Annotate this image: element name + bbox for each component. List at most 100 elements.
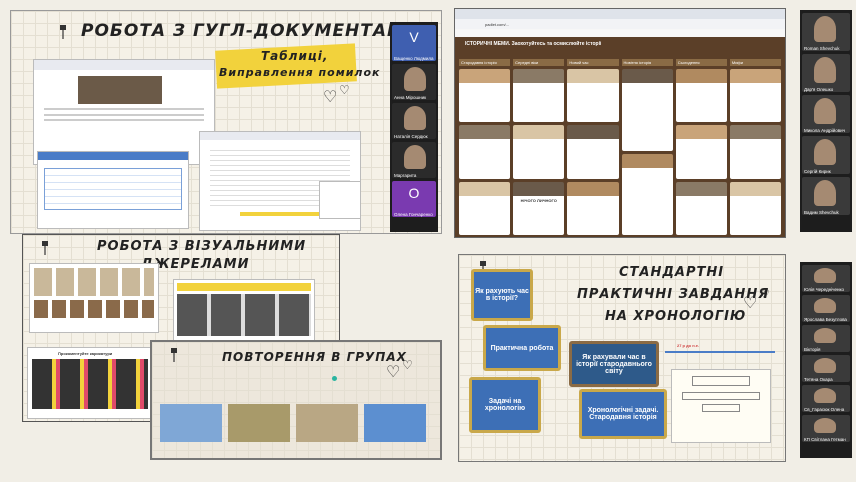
participant-initial: V xyxy=(409,29,419,45)
participant-tile[interactable]: Ярослава Безуглова xyxy=(802,295,850,322)
participant-video xyxy=(404,67,426,91)
participant-tile[interactable]: Наталія Сердюк xyxy=(392,103,436,139)
slide-subtitle-1: Таблиці, xyxy=(261,49,329,63)
chronology-slide: СТАНДАРТНІ ПРАКТИЧНІ ЗАВДАННЯ НА ХРОНОЛО… xyxy=(458,254,786,462)
padlet-column-header[interactable]: Новітня історія xyxy=(621,59,673,66)
comment-box xyxy=(319,181,361,219)
participant-name: Дар'я Олешко xyxy=(804,87,834,92)
padlet-post[interactable] xyxy=(459,125,511,179)
participant-tile[interactable]: Микола Андрійович xyxy=(802,95,850,133)
padlet-post[interactable] xyxy=(621,69,673,151)
participant-name: Маргарита xyxy=(394,173,417,178)
padlet-post[interactable] xyxy=(675,181,727,235)
participant-tile[interactable]: V Ващенко Людмила xyxy=(392,25,436,61)
task-card[interactable]: Хронологічні задачі. Стародавня історія xyxy=(579,389,667,439)
participant-name: Микола Андрійович xyxy=(804,128,845,133)
padlet-post[interactable] xyxy=(675,69,727,123)
map-thumbnail xyxy=(160,404,222,442)
participant-name: Ващенко Людмила xyxy=(394,56,434,61)
participant-video xyxy=(814,57,836,83)
participant-tile[interactable]: Тетяна Окара xyxy=(802,355,850,382)
padlet-column-header[interactable]: Мифи xyxy=(729,59,782,66)
timeline-line xyxy=(665,351,775,353)
participant-video xyxy=(814,418,836,433)
poster-caption: НІЧОГО ЛИЧНОГО xyxy=(520,197,557,203)
padlet-board: ІСТОРИЧНІ МЕМИ. Заохотуйтесь та осмислюй… xyxy=(455,37,785,237)
participant-name: Roman Shevchuk xyxy=(804,46,840,51)
padlet-post[interactable] xyxy=(621,153,673,235)
padlet-post[interactable]: НІЧОГО ЛИЧНОГО xyxy=(513,181,565,235)
padlet-post[interactable] xyxy=(675,125,727,179)
participant-tile[interactable]: Юлія Чередніченко xyxy=(802,265,850,292)
pushpin-icon xyxy=(60,25,66,39)
participant-tile[interactable]: Вадим Shevchuk xyxy=(802,177,850,215)
browser-address-bar[interactable]: padlet.com/... xyxy=(455,19,785,29)
padlet-column: Мифи xyxy=(729,59,782,235)
participant-tile[interactable]: Сергій Кирик xyxy=(802,136,850,174)
participant-tile[interactable]: Анна Мірошник xyxy=(392,64,436,100)
padlet-column: Сьогодення xyxy=(675,59,727,235)
slide-subtitle-2: Виправлення помилок xyxy=(219,66,381,79)
participant-tile[interactable]: Св_Гарасюк Олена xyxy=(802,385,850,412)
slide-title: ПОВТОРЕННЯ В ГРУПАХ xyxy=(222,350,407,364)
slide-title: РОБОТА З ВІЗУАЛЬНИМИ xyxy=(97,239,307,254)
padlet-column-header[interactable]: Новий час xyxy=(567,59,619,66)
participant-name: Тетяна Окара xyxy=(804,377,833,382)
participants-column: Roman Shevchuk Дар'я Олешко Микола Андрійо… xyxy=(800,10,852,232)
participant-tile[interactable]: Вікторія xyxy=(802,325,850,352)
participant-name: КП Світлана Гетман xyxy=(804,437,846,442)
padlet-post[interactable] xyxy=(567,181,619,235)
participant-name: Юлія Чередніченко xyxy=(804,287,845,292)
participant-name: Вадим Shevchuk xyxy=(804,210,839,215)
heart-icon: ♡ xyxy=(386,364,401,381)
task-card[interactable]: Як рахували час в історії стародавнього … xyxy=(569,341,659,387)
task-card[interactable]: Як рахують час в історії? xyxy=(471,269,533,321)
padlet-post[interactable] xyxy=(513,69,565,123)
google-docs-slide: РОБОТА З ГУГЛ-ДОКУМЕНТАМИ Таблиці, Випра… xyxy=(10,10,442,234)
participant-name: Олена Гончаренко xyxy=(394,212,433,217)
slide-title: РОБОТА З ГУГЛ-ДОКУМЕНТАМИ xyxy=(81,21,421,41)
padlet-post[interactable] xyxy=(729,69,782,123)
participant-name: Наталія Сердюк xyxy=(394,134,428,139)
map-thumbnail xyxy=(296,404,358,442)
padlet-post[interactable] xyxy=(567,125,619,179)
map-thumbnail xyxy=(364,404,426,442)
padlet-column-header[interactable]: Сьогодення xyxy=(675,59,727,66)
padlet-post[interactable] xyxy=(567,69,619,123)
participant-name: Вікторія xyxy=(804,347,821,352)
heart-icon: ♡ xyxy=(759,287,770,301)
padlet-column-header[interactable]: Стародавня історія xyxy=(459,59,511,66)
heart-icon: ♡ xyxy=(743,295,758,312)
board-title: ІСТОРИЧНІ МЕМИ. Заохотуйтесь та осмислюй… xyxy=(465,41,602,47)
pushpin-icon xyxy=(42,241,48,255)
participant-video xyxy=(814,358,836,373)
padlet-column-header[interactable]: Середні віки xyxy=(513,59,565,66)
group-repeat-slide: ПОВТОРЕННЯ В ГРУПАХ ♡ ♡ xyxy=(150,340,442,460)
padlet-column: Середні віки НІЧОГО ЛИЧНОГО xyxy=(513,59,565,235)
participant-tile[interactable]: O Олена Гончаренко xyxy=(392,181,436,217)
participant-tile[interactable]: КП Світлана Гетман xyxy=(802,415,850,442)
slide-title: СТАНДАРТНІ xyxy=(619,265,725,280)
worksheet xyxy=(671,369,771,443)
doc-screenshot xyxy=(33,59,215,165)
participant-video xyxy=(814,16,836,42)
padlet-post[interactable] xyxy=(459,69,511,123)
participant-name: Анна Мірошник xyxy=(394,95,427,100)
padlet-post[interactable] xyxy=(729,181,782,235)
padlet-column: Новий час xyxy=(567,59,619,235)
participant-tile[interactable]: Маргарита xyxy=(392,142,436,178)
participant-video xyxy=(404,145,426,169)
heart-icon: ♡ xyxy=(402,358,413,372)
task-card[interactable]: Задачі на хронологію xyxy=(469,377,541,433)
bookmarks-bar xyxy=(455,29,785,37)
task-card[interactable]: Практична робота xyxy=(483,325,561,371)
padlet-post[interactable] xyxy=(729,125,782,179)
source-image-2 xyxy=(173,279,315,341)
pushpin-icon xyxy=(171,348,177,362)
participant-tile[interactable]: Roman Shevchuk xyxy=(802,13,850,51)
padlet-post[interactable] xyxy=(459,181,511,235)
padlet-post[interactable] xyxy=(513,125,565,179)
participant-tile[interactable]: Дар'я Олешко xyxy=(802,54,850,92)
participant-video xyxy=(814,98,836,124)
heart-icon: ♡ xyxy=(339,83,350,97)
